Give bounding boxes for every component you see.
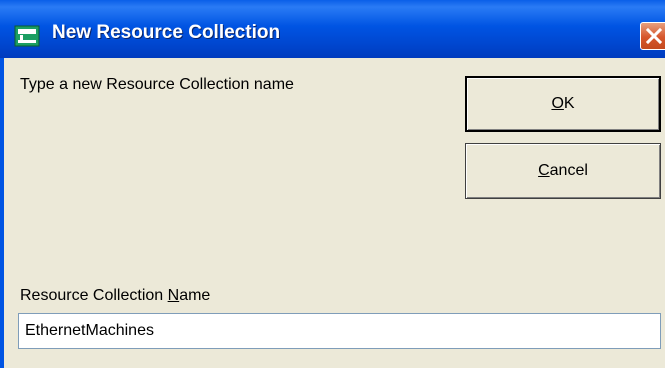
resource-collection-icon <box>14 25 40 47</box>
cancel-button[interactable]: Cancel <box>465 143 661 199</box>
cancel-button-accelerator: C <box>538 162 550 179</box>
window-frame-left <box>0 58 4 368</box>
new-resource-collection-dialog: New Resource Collection Type a new Resou… <box>0 0 665 368</box>
name-label-text-before: Resource Collection <box>20 287 168 304</box>
title-bar[interactable]: New Resource Collection <box>0 0 665 58</box>
prompt-text: Type a new Resource Collection name <box>20 76 294 93</box>
cancel-button-label: ancel <box>549 162 588 179</box>
close-icon <box>646 28 662 44</box>
name-label-text-after: ame <box>179 287 211 304</box>
ok-button-label: K <box>563 95 575 112</box>
close-button[interactable] <box>640 22 665 50</box>
name-label-accelerator: N <box>167 287 180 304</box>
ok-button[interactable]: OK <box>465 76 661 132</box>
name-field-label: Resource Collection Name <box>20 287 210 305</box>
resource-collection-name-input[interactable] <box>18 313 661 349</box>
window-title: New Resource Collection <box>52 22 281 43</box>
ok-button-accelerator: O <box>551 95 564 112</box>
